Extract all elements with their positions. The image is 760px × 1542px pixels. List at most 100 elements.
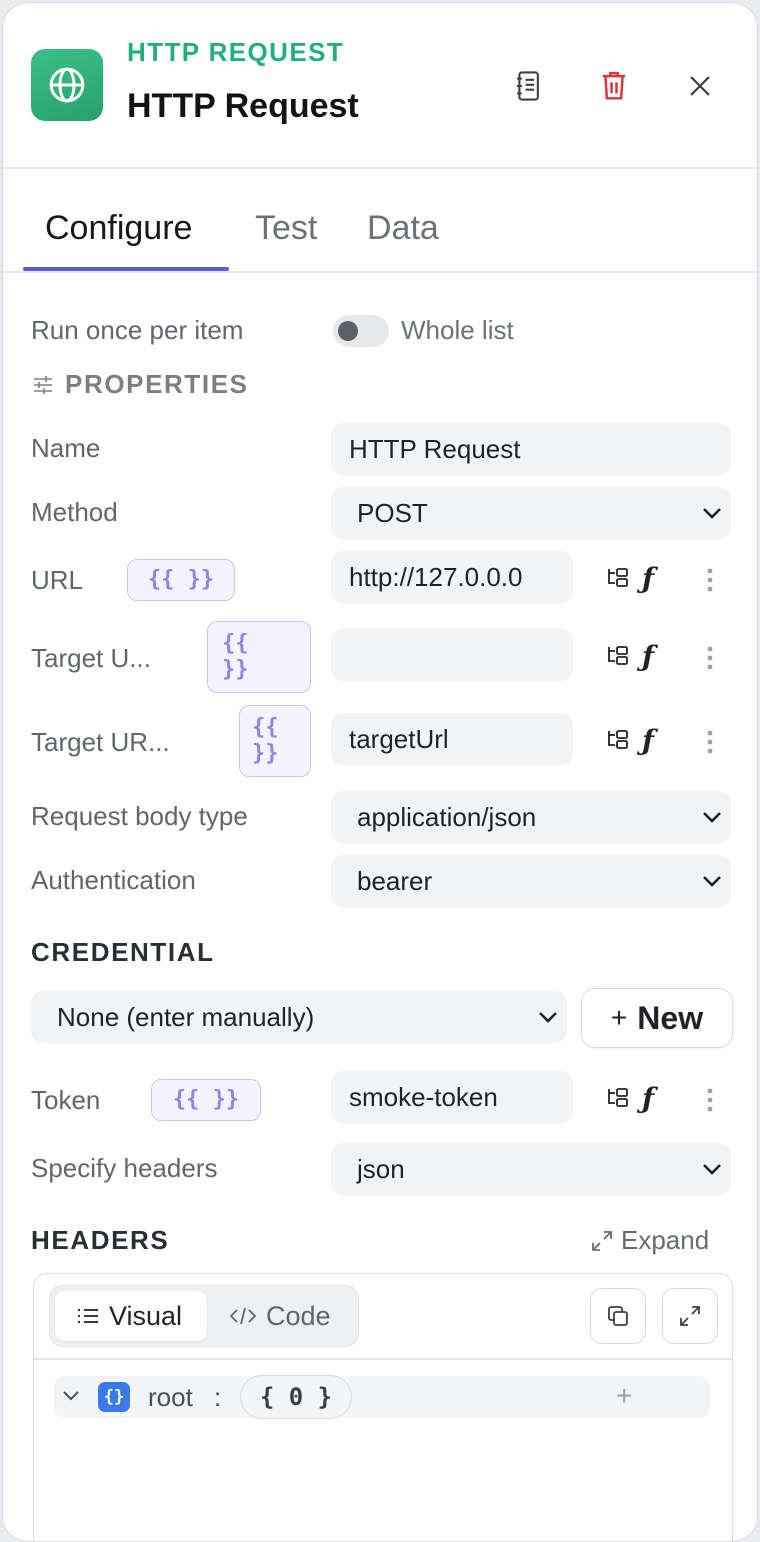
credential-section-title: CREDENTIAL <box>31 937 215 967</box>
function-icon[interactable]: ƒ <box>633 723 663 757</box>
method-select[interactable]: POST <box>331 487 731 539</box>
function-icon[interactable]: ƒ <box>633 561 663 595</box>
json-object-count[interactable]: { 0 } <box>240 1375 352 1419</box>
target-ur-tools: ƒ <box>603 723 663 757</box>
fullscreen-icon <box>680 1306 700 1326</box>
editor-divider <box>34 1358 732 1360</box>
specify-headers-label: Specify headers <box>31 1153 218 1183</box>
editor-mode-switch: Visual Code <box>49 1285 359 1347</box>
close-button[interactable] <box>677 63 723 109</box>
token-input[interactable]: smoke-token <box>331 1071 573 1123</box>
target-ur-input[interactable]: targetUrl <box>331 713 573 765</box>
body-type-value: application/json <box>357 801 537 832</box>
auth-value: bearer <box>357 865 433 896</box>
url-input[interactable]: http://127.0.0.0 <box>331 551 573 603</box>
target-ur-more-button[interactable] <box>703 725 717 759</box>
node-config-panel: HTTP REQUEST HTTP Request Configure Test… <box>2 2 758 1542</box>
code-mode-button[interactable]: Code <box>230 1291 350 1341</box>
delete-button[interactable] <box>591 63 637 109</box>
notebook-icon <box>516 71 539 101</box>
kebab-icon <box>707 646 713 670</box>
visual-mode-button[interactable]: Visual <box>55 1291 207 1341</box>
name-label: Name <box>31 433 101 463</box>
node-title: HTTP Request <box>127 87 359 125</box>
variable-picker-button[interactable] <box>603 1081 633 1115</box>
credential-value: None (enter manually) <box>57 1001 315 1032</box>
tab-bar: Configure Test Data <box>3 171 757 273</box>
variable-picker-button[interactable] <box>603 561 633 595</box>
auth-select[interactable]: bearer <box>331 855 731 907</box>
url-more-button[interactable] <box>703 563 717 597</box>
expand-label: Expand <box>621 1225 710 1255</box>
url-expression-toggle[interactable]: {{ }} <box>127 559 235 601</box>
chevron-down-icon <box>703 812 721 823</box>
properties-section-title: PROPERTIES <box>65 369 249 399</box>
close-icon <box>690 76 710 96</box>
token-tools: ƒ <box>603 1081 663 1115</box>
active-tab-indicator <box>23 267 229 271</box>
trash-icon <box>602 71 626 100</box>
run-mode-toggle[interactable] <box>333 315 389 347</box>
chevron-down-icon <box>539 1012 557 1023</box>
token-more-button[interactable] <box>703 1083 717 1117</box>
node-type-label: HTTP REQUEST <box>127 37 345 67</box>
url-label: URL <box>31 565 84 595</box>
function-icon[interactable]: ƒ <box>633 639 663 673</box>
variable-picker-button[interactable] <box>603 639 633 673</box>
json-key-colon: : <box>214 1382 222 1412</box>
body-type-label: Request body type <box>31 801 248 831</box>
headers-section-title: HEADERS <box>31 1225 170 1255</box>
function-icon[interactable]: ƒ <box>633 1081 663 1115</box>
new-credential-button[interactable]: + New <box>581 988 733 1048</box>
chevron-down-icon <box>703 1164 721 1175</box>
toggle-label: Whole list <box>401 315 514 345</box>
globe-icon <box>49 67 85 103</box>
kebab-icon <box>707 730 713 754</box>
variable-picker-button[interactable] <box>603 723 633 757</box>
target-u-more-button[interactable] <box>703 641 717 675</box>
headers-expand-link[interactable]: Expand <box>591 1225 709 1256</box>
name-input[interactable]: HTTP Request <box>331 423 731 475</box>
tree-map-icon <box>608 1088 628 1107</box>
expand-icon <box>592 1230 612 1251</box>
visual-mode-label: Visual <box>109 1300 183 1331</box>
method-value: POST <box>357 497 428 528</box>
node-icon <box>31 49 103 121</box>
token-expression-toggle[interactable]: {{ }} <box>151 1079 261 1121</box>
code-mode-label: Code <box>266 1300 331 1331</box>
tree-map-icon <box>608 730 628 749</box>
tab-configure[interactable]: Configure <box>45 209 192 248</box>
panel-header: HTTP REQUEST HTTP Request <box>3 3 757 169</box>
target-u-label: Target U... <box>31 643 151 673</box>
target-u-tools: ƒ <box>603 639 663 673</box>
chevron-down-icon[interactable] <box>62 1390 80 1402</box>
target-u-input[interactable] <box>331 629 573 681</box>
target-u-expression-toggle[interactable]: {{ }} <box>207 621 311 693</box>
kebab-icon <box>707 568 713 592</box>
credential-select[interactable]: None (enter manually) <box>31 991 567 1043</box>
url-tools: ƒ <box>603 561 663 595</box>
new-credential-label: New <box>637 999 704 1036</box>
plus-icon: + <box>610 1002 628 1033</box>
target-ur-label: Target UR... <box>31 727 170 757</box>
toggle-knob <box>338 321 358 341</box>
body-type-select[interactable]: application/json <box>331 791 731 843</box>
tab-test[interactable]: Test <box>255 209 317 248</box>
tree-map-icon <box>608 646 628 665</box>
add-key-button[interactable]: + <box>616 1380 632 1412</box>
list-icon <box>78 1309 98 1323</box>
code-icon <box>230 1307 256 1325</box>
run-mode-label: Run once per item <box>31 315 244 345</box>
fullscreen-button[interactable] <box>662 1288 718 1344</box>
copy-button[interactable] <box>590 1288 646 1344</box>
docs-button[interactable] <box>505 63 551 109</box>
target-ur-expression-toggle[interactable]: {{ }} <box>239 705 311 777</box>
specify-headers-value: json <box>357 1153 405 1184</box>
token-label: Token <box>31 1085 101 1115</box>
sliders-icon <box>34 376 52 394</box>
kebab-icon <box>707 1088 713 1112</box>
method-label: Method <box>31 497 118 527</box>
tab-data[interactable]: Data <box>367 209 439 248</box>
specify-headers-select[interactable]: json <box>331 1143 731 1195</box>
json-tree-row: {} root : { 0 } + <box>54 1375 710 1419</box>
